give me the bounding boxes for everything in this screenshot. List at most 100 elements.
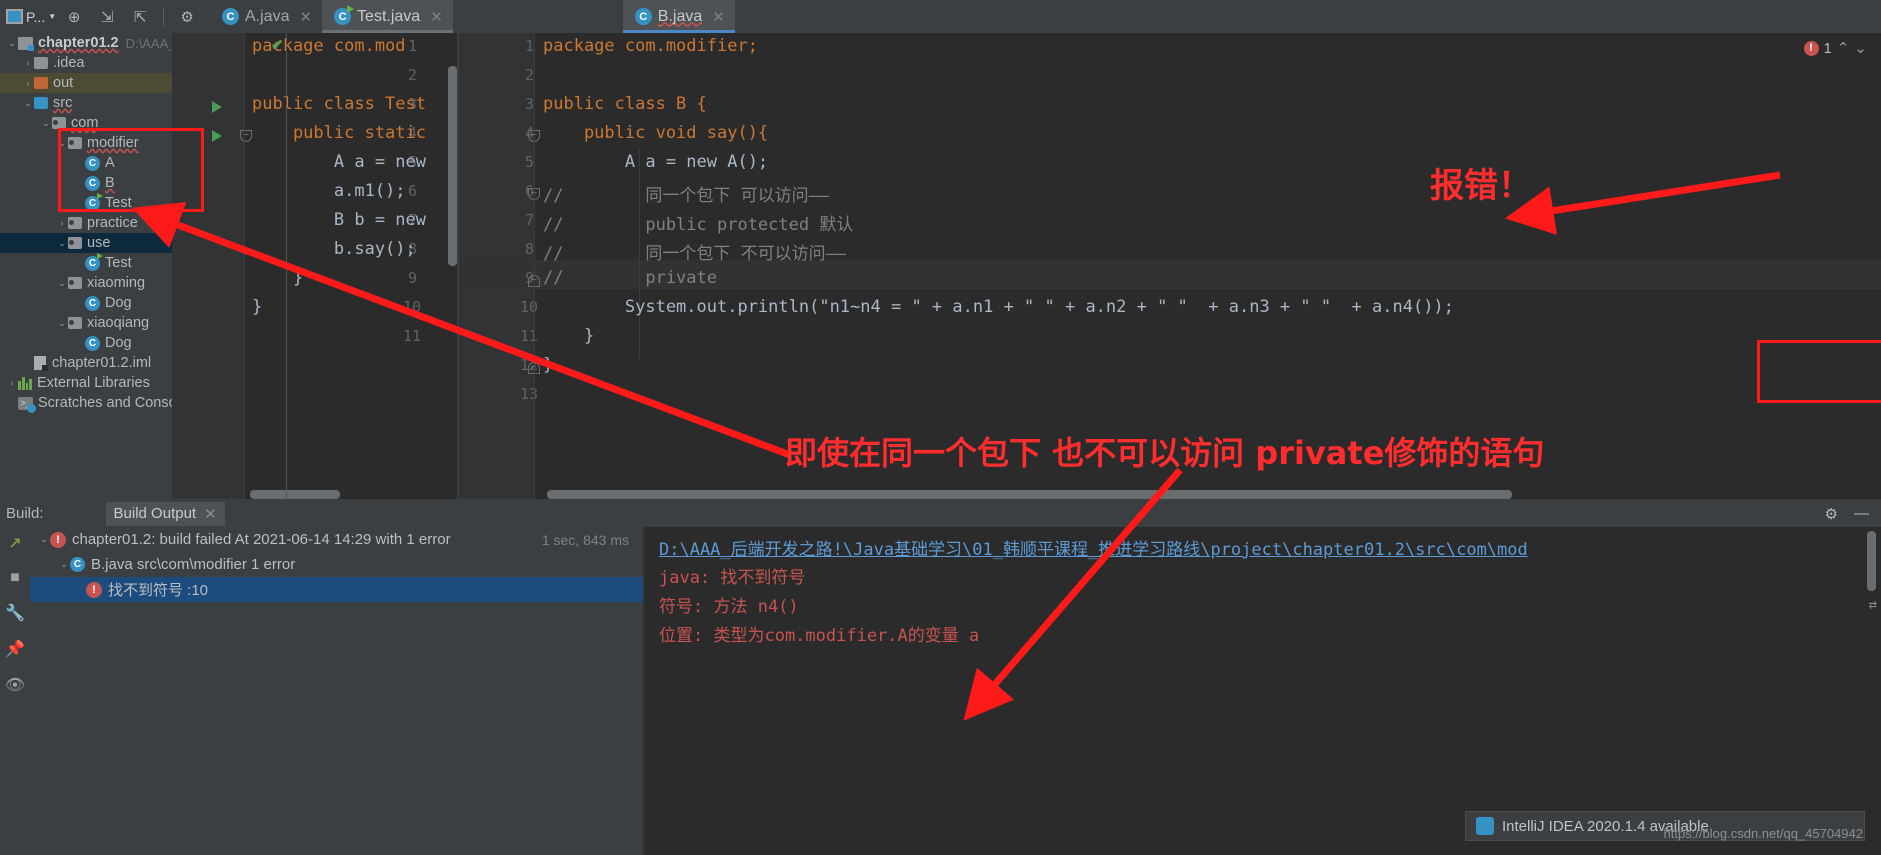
gear-icon[interactable]: ⚙ [172,4,202,30]
tree-item-use[interactable]: ⌄ use [0,233,172,253]
tree-item-class-dog-xiaoming[interactable]: C Dog [0,293,172,313]
tree-item-src[interactable]: ⌄ src [0,93,172,113]
code-line-3: public class B { [543,94,707,114]
code-line-12: } [543,355,554,375]
build-row-label: 找不到符号 :10 [108,582,209,599]
expand-all-icon[interactable]: ⇲ [92,4,122,30]
tab-a-java[interactable]: C A.java ✕ [210,0,322,33]
code-fold-icon[interactable]: − [240,130,252,142]
iml-file-icon [34,356,48,371]
tree-item-label: Dog [105,295,132,311]
chevron-up-icon[interactable]: ⌃ [1837,39,1850,57]
java-runnable-class-icon: C [85,252,103,271]
tree-item-class-test-modifier[interactable]: C Test [0,192,172,213]
watermark-text: https://blog.csdn.net/qq_45704942 [1663,826,1864,841]
build-console[interactable]: D:\AAA_后端开发之路!\Java基础学习\01_韩顺平课程_推进学习路线\… [645,527,1881,855]
tree-item-label: Test [105,195,132,211]
tree-item-class-b[interactable]: C B [0,173,172,193]
inspection-status-icon[interactable]: ✔ [271,36,284,56]
tree-item-path: D:\AAA_ [125,35,172,51]
build-output-tree[interactable]: ⌄ ! chapter01.2: build failed At 2021-06… [30,527,643,855]
tab-b-java[interactable]: C B.java ✕ [622,0,735,33]
tree-item-com[interactable]: ⌄ com [0,113,172,133]
chevron-down-icon[interactable]: ⌄ [56,278,68,289]
project-view-selector[interactable]: P... ▼ [6,9,56,25]
build-row-module[interactable]: ⌄ ! chapter01.2: build failed At 2021-06… [30,527,643,552]
wrench-icon[interactable]: 🔧 [5,603,25,623]
chevron-down-icon[interactable]: ⌄ [56,138,68,149]
java-class-icon: C [85,175,100,191]
code-line-5: A a = new A(); [543,152,769,172]
editor-pane-test-java[interactable]: 1 2 3 4 5 6 7 8 9 10 11 − package com.mo… [172,33,457,499]
tree-item-class-test-use[interactable]: C Test [0,252,172,273]
chevron-right-icon[interactable]: › [22,58,34,68]
locate-icon[interactable]: ⊕ [59,4,89,30]
chevron-right-icon[interactable]: › [56,218,68,228]
editor-error-badge[interactable]: ! 1 ⌃ ⌄ [1803,39,1867,57]
error-icon: ! [1803,40,1819,56]
horizontal-scrollbar[interactable] [547,490,1512,499]
chevron-down-icon[interactable]: ⌄ [40,118,52,129]
close-icon[interactable]: ✕ [712,8,725,26]
run-gutter-icon[interactable] [212,130,222,142]
pin-icon[interactable]: 📌 [5,639,25,659]
tab-build-output[interactable]: Build Output ✕ [105,501,225,526]
chevron-right-icon[interactable]: › [22,78,34,88]
tree-item-out[interactable]: › out [0,73,172,93]
collapse-all-icon[interactable]: ⇱ [125,4,155,30]
close-icon[interactable]: ✕ [204,505,217,523]
chevron-down-icon[interactable]: ⌄ [58,559,70,570]
gear-icon[interactable]: ⚙ [1825,505,1838,523]
tree-item-iml-file[interactable]: chapter01.2.iml [0,353,172,373]
eye-icon[interactable]: 👁 [5,675,25,695]
tree-item-modifier[interactable]: ⌄ modifier [0,133,172,153]
build-row-error[interactable]: ! 找不到符号 :10 [30,577,643,602]
line-number: 1 [524,37,534,55]
editor-splitter[interactable] [286,33,287,499]
tree-item-scratches[interactable]: >_ Scratches and Console [0,393,172,413]
code-line-1: package com.modifier; [543,36,758,56]
editor-gutter-left[interactable] [172,33,244,499]
line-number: 9 [407,269,417,287]
horizontal-scrollbar[interactable] [250,490,340,499]
chevron-down-icon[interactable]: ⌄ [6,38,18,49]
editor-pane-b-java[interactable]: 1 2 3 4 5 6 7 8 9 10 11 12 13 − − − − pa… [459,33,1881,499]
console-vertical-scrollbar[interactable] [1867,531,1876,591]
tree-item-label: modifier [87,135,139,151]
run-icon[interactable]: ↗ [8,533,21,553]
tree-item-label: Test [105,255,132,271]
tree-item-class-dog-xiaoqiang[interactable]: C Dog [0,333,172,353]
tree-item-label: Dog [105,335,132,351]
tree-item-class-a[interactable]: C A [0,153,172,173]
minimize-icon[interactable]: — [1854,505,1869,523]
chevron-down-icon[interactable]: ⌄ [1854,39,1867,57]
tree-item-xiaoqiang[interactable]: ⌄ xiaoqiang [0,313,172,333]
libraries-icon [18,376,32,390]
stop-icon[interactable]: ■ [10,569,20,587]
chevron-down-icon[interactable]: ⌄ [38,534,50,545]
soft-wrap-icon[interactable]: ⇄ [1869,597,1877,613]
project-tree[interactable]: ⌄ chapter01.2 D:\AAA_ › .idea › out ⌄ sr… [0,33,172,499]
tree-item-external-libraries[interactable]: › External Libraries [0,373,172,393]
tab-test-java[interactable]: C Test.java ✕ [322,0,453,33]
java-class-icon: C [70,557,85,572]
tree-item-xiaoming[interactable]: ⌄ xiaoming [0,273,172,293]
chevron-down-icon[interactable]: ⌄ [22,98,34,109]
scratches-icon: >_ [18,396,36,413]
package-icon [52,117,66,129]
tree-item-practice[interactable]: › practice [0,213,172,233]
java-class-icon: C [634,8,652,25]
build-label: Build: [6,505,44,522]
close-icon[interactable]: ✕ [430,8,443,26]
close-icon[interactable]: ✕ [299,8,312,26]
chevron-down-icon[interactable]: ⌄ [56,318,68,329]
chevron-right-icon[interactable]: › [6,378,18,388]
chevron-down-icon[interactable]: ⌄ [56,238,68,249]
build-row-file[interactable]: ⌄ C B.java src\com\modifier 1 error [30,552,643,577]
java-runnable-class-icon: C [85,192,103,211]
console-path-link[interactable]: D:\AAA_后端开发之路!\Java基础学习\01_韩顺平课程_推进学习路线\… [659,540,1528,560]
tree-item-chapter[interactable]: ⌄ chapter01.2 D:\AAA_ [0,33,172,53]
run-gutter-icon[interactable] [212,101,222,113]
tree-item-idea[interactable]: › .idea [0,53,172,73]
left-editor-vertical-scrollbar[interactable] [448,66,457,266]
